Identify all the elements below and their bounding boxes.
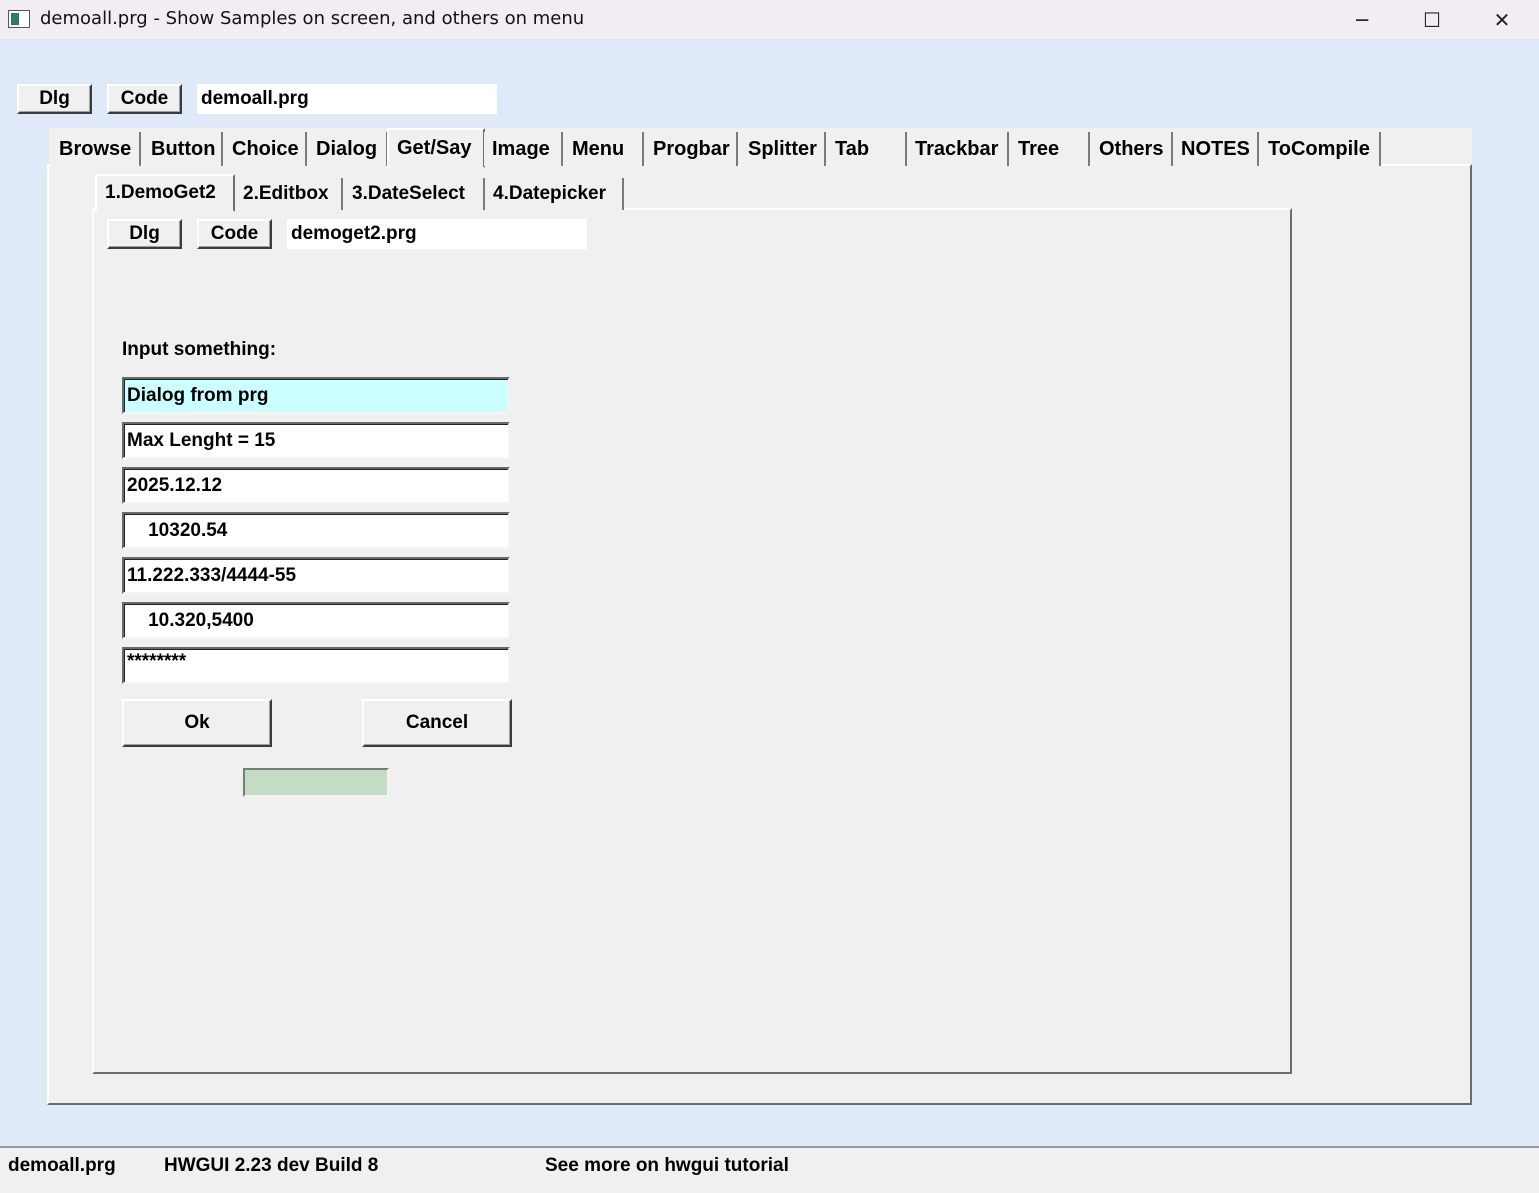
sub-file-name-field: demoget2.prg (287, 219, 587, 249)
code-button[interactable]: Code (107, 84, 182, 114)
tab-tab[interactable]: Tab (827, 132, 907, 166)
dlg-button[interactable]: Dlg (17, 84, 92, 114)
tab-tree[interactable]: Tree (1010, 132, 1090, 166)
status-file: demoall.prg (8, 1155, 116, 1176)
subtab-dateselect[interactable]: 3.DateSelect (344, 178, 485, 210)
cancel-button[interactable]: Cancel (362, 699, 512, 747)
subtab-datepicker[interactable]: 4.Datepicker (485, 178, 624, 210)
sub-tab-panel (92, 208, 1292, 1074)
get-decimal-field[interactable]: 10.320,5400 (122, 602, 510, 639)
tab-menu[interactable]: Menu (564, 132, 644, 166)
status-version: HWGUI 2.23 dev Build 8 (164, 1155, 379, 1176)
tab-button[interactable]: Button (143, 132, 223, 166)
get-number-field[interactable]: 10320.54 (122, 512, 510, 549)
tab-tocompile[interactable]: ToCompile (1260, 132, 1381, 166)
tab-browse[interactable]: Browse (51, 132, 141, 166)
tab-splitter[interactable]: Splitter (740, 132, 826, 166)
tab-choice[interactable]: Choice (224, 132, 307, 166)
minimize-button[interactable]: ─ (1327, 0, 1397, 40)
subtab-editbox[interactable]: 2.Editbox (235, 178, 343, 210)
maximize-button[interactable]: ☐ (1397, 0, 1467, 40)
file-name-field: demoall.prg (197, 84, 497, 114)
app-icon (8, 10, 30, 28)
get-mask-field[interactable]: 11.222.333/4444-55 (122, 557, 510, 594)
status-hint: See more on hwgui tutorial (545, 1155, 789, 1176)
get-text-field[interactable]: Dialog from prg (122, 377, 510, 414)
input-label: Input something: (122, 339, 277, 360)
progress-bar (243, 768, 389, 797)
get-date-field[interactable]: 2025.12.12 (122, 467, 510, 504)
sub-dlg-button[interactable]: Dlg (107, 219, 182, 249)
get-maxlength-field[interactable]: Max Lenght = 15 (122, 422, 510, 459)
ok-button[interactable]: Ok (122, 699, 272, 747)
get-password-field[interactable]: ******** (122, 647, 510, 684)
tab-trackbar[interactable]: Trackbar (907, 132, 1009, 166)
sub-code-button[interactable]: Code (197, 219, 272, 249)
subtab-demoget2[interactable]: 1.DemoGet2 (95, 174, 235, 212)
tab-notes[interactable]: NOTES (1173, 132, 1259, 166)
close-button[interactable]: ✕ (1467, 0, 1537, 40)
tab-progbar[interactable]: Progbar (645, 132, 738, 166)
tab-others[interactable]: Others (1091, 132, 1173, 166)
tab-dialog[interactable]: Dialog (308, 132, 388, 166)
tab-image[interactable]: Image (484, 132, 563, 166)
tab-get-say[interactable]: Get/Say (387, 128, 485, 168)
window-title: demoall.prg - Show Samples on screen, an… (40, 8, 585, 29)
